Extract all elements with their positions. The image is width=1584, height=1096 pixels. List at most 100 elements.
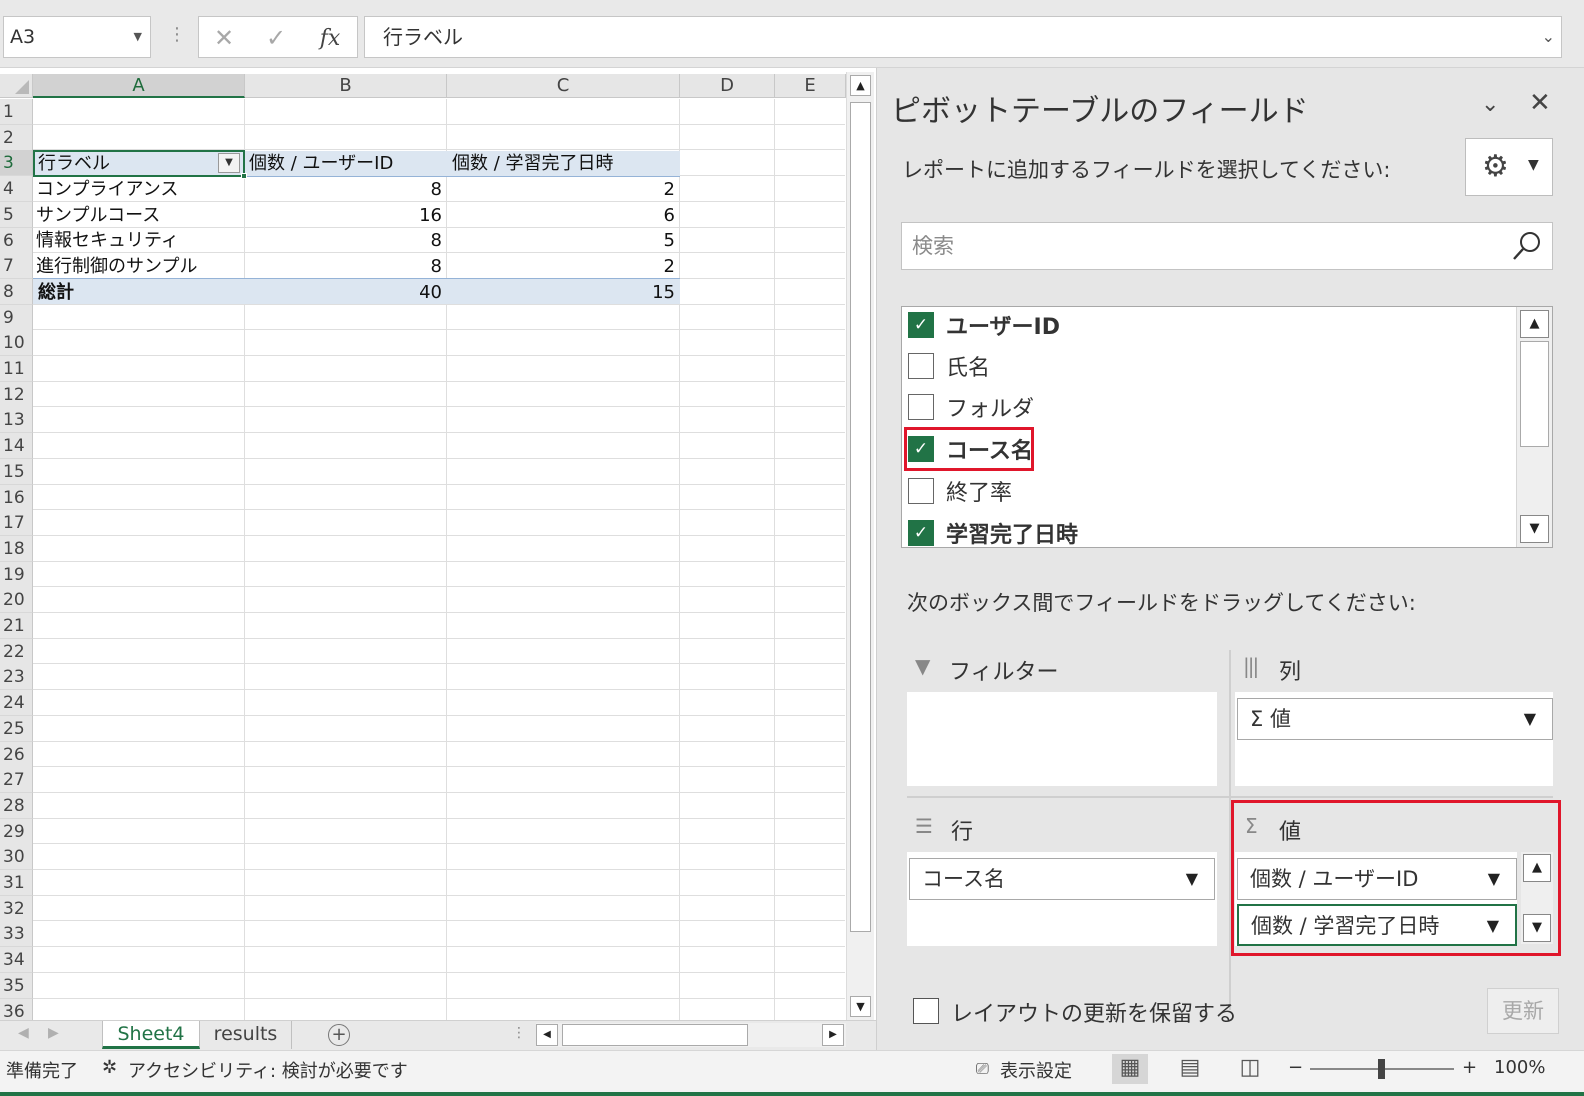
display-settings-button[interactable]: 表示設定	[1000, 1057, 1072, 1083]
row-header[interactable]: 12	[0, 381, 33, 408]
pivot-value-header-2[interactable]: 個数 / 学習完了日時	[452, 151, 678, 177]
field-item-completion-datetime[interactable]: ✓ 学習完了日時	[908, 515, 1078, 547]
row-header[interactable]: 5	[0, 201, 33, 228]
formula-input[interactable]: 行ラベル ⌄	[364, 16, 1562, 58]
column-header-c[interactable]: C	[447, 74, 680, 98]
row-header[interactable]: 30	[0, 844, 33, 871]
pivot-cell[interactable]: 2	[447, 177, 679, 203]
select-all-corner[interactable]	[0, 74, 33, 98]
scroll-left-arrow-icon[interactable]: ◀	[536, 1024, 558, 1046]
zoom-in-button[interactable]: +	[1462, 1057, 1477, 1078]
pivot-row-label[interactable]: サンプルコース	[36, 203, 242, 229]
checkbox-checked[interactable]: ✓	[908, 520, 934, 546]
pivot-grand-total-cell[interactable]: 40	[245, 280, 446, 306]
pivot-cell[interactable]: 8	[245, 254, 446, 280]
pivot-cell[interactable]: 16	[245, 203, 446, 229]
insert-function-icon[interactable]: fx	[315, 23, 345, 53]
row-header[interactable]: 1	[0, 99, 33, 125]
chevron-down-icon[interactable]: ⌄	[1481, 92, 1499, 117]
page-break-view-icon[interactable]: ◫	[1232, 1054, 1268, 1084]
close-icon[interactable]: ✕	[1529, 88, 1551, 118]
field-settings-button[interactable]: ⚙ ▼	[1465, 138, 1553, 196]
row-header[interactable]: 7	[0, 253, 33, 280]
tab-next-icon[interactable]: ▶	[48, 1025, 59, 1041]
normal-view-icon[interactable]: ▦	[1112, 1054, 1148, 1084]
accessibility-icon[interactable]: ✲	[102, 1057, 117, 1078]
row-header[interactable]: 19	[0, 561, 33, 588]
update-button[interactable]: 更新	[1487, 988, 1559, 1034]
row-header[interactable]: 28	[0, 792, 33, 819]
pivot-value-header-1[interactable]: 個数 / ユーザーID	[249, 151, 445, 177]
enter-check-icon[interactable]: ✓	[261, 23, 291, 53]
row-header[interactable]: 29	[0, 818, 33, 845]
spreadsheet-grid[interactable]: A B C D E 1 2 3 4 5 6 7 8 9 10 11 12 13 14 15 16 17 18 19 2…	[0, 68, 876, 1020]
checkbox[interactable]	[908, 478, 934, 504]
zoom-slider-thumb[interactable]	[1378, 1059, 1385, 1079]
pivot-grand-total-label[interactable]: 総計	[38, 280, 242, 306]
zoom-out-button[interactable]: −	[1288, 1057, 1303, 1078]
row-header[interactable]: 13	[0, 407, 33, 434]
pivot-grand-total-cell[interactable]: 15	[447, 280, 679, 306]
row-header[interactable]: 33	[0, 921, 33, 948]
scroll-down-arrow-icon[interactable]: ▼	[1520, 515, 1549, 543]
row-header[interactable]: 18	[0, 535, 33, 562]
more-vertical-icon[interactable]: ⋮	[512, 1025, 526, 1041]
row-header[interactable]: 26	[0, 741, 33, 768]
scrollbar-thumb[interactable]	[1520, 341, 1549, 447]
more-vertical-icon[interactable]: ⋮	[168, 24, 186, 45]
pivot-cell[interactable]: 5	[447, 228, 679, 254]
sheet-tab-sheet4[interactable]: Sheet4	[102, 1021, 200, 1049]
pivot-row-label[interactable]: コンプライアンス	[36, 177, 242, 203]
page-layout-view-icon[interactable]: ▤	[1172, 1054, 1208, 1084]
column-header-d[interactable]: D	[680, 74, 775, 98]
row-header[interactable]: 8	[0, 278, 33, 305]
chevron-down-icon[interactable]: ▼	[1186, 859, 1198, 899]
row-header[interactable]: 31	[0, 870, 33, 896]
tab-prev-icon[interactable]: ◀	[18, 1025, 29, 1041]
pivot-row-label[interactable]: 情報セキュリティ	[36, 228, 242, 254]
horizontal-scrollbar[interactable]: ◀ ▶	[536, 1023, 846, 1047]
row-header[interactable]: 2	[0, 124, 33, 151]
search-icon[interactable]	[1510, 229, 1544, 263]
pivot-cell[interactable]: 8	[245, 228, 446, 254]
search-input[interactable]	[912, 231, 1502, 261]
row-header[interactable]: 10	[0, 330, 33, 357]
row-header[interactable]: 17	[0, 510, 33, 537]
scroll-up-arrow-icon[interactable]: ▲	[1520, 310, 1549, 338]
defer-update-checkbox[interactable]	[913, 998, 939, 1024]
row-header[interactable]: 4	[0, 176, 33, 203]
add-sheet-icon[interactable]: +	[328, 1024, 350, 1046]
expand-formula-icon[interactable]: ⌄	[1542, 17, 1555, 57]
scroll-up-arrow-icon[interactable]: ▲	[850, 75, 871, 96]
chevron-down-icon[interactable]: ▼	[134, 17, 142, 57]
checkbox[interactable]	[908, 394, 934, 420]
field-item-user-id[interactable]: ✓ ユーザーID	[908, 307, 1060, 343]
row-header[interactable]: 14	[0, 433, 33, 460]
row-header[interactable]: 11	[0, 356, 33, 382]
checkbox[interactable]	[908, 353, 934, 379]
row-header[interactable]: 9	[0, 304, 33, 331]
filter-dropdown-button[interactable]: ▼	[218, 153, 240, 173]
scrollbar-thumb[interactable]	[850, 102, 871, 932]
row-header[interactable]: 25	[0, 715, 33, 742]
row-header[interactable]: 21	[0, 613, 33, 639]
columns-area-item[interactable]: Σ 値 ▼	[1237, 698, 1553, 740]
vertical-scrollbar[interactable]: ▲ ▼	[846, 72, 874, 1020]
scroll-right-arrow-icon[interactable]: ▶	[822, 1024, 844, 1046]
row-header[interactable]: 27	[0, 767, 33, 794]
field-item-completion-rate[interactable]: 終了率	[908, 473, 1012, 509]
checkbox-checked[interactable]: ✓	[908, 312, 934, 338]
name-box[interactable]: A3 ▼	[3, 16, 151, 58]
row-header[interactable]: 22	[0, 638, 33, 665]
field-item-folder[interactable]: フォルダ	[908, 389, 1034, 425]
defer-update-label[interactable]: レイアウトの更新を保留する	[951, 996, 1237, 1028]
pivot-cell[interactable]: 8	[245, 177, 446, 203]
field-item-name[interactable]: 氏名	[908, 348, 990, 384]
cancel-icon[interactable]: ✕	[209, 23, 239, 53]
sheet-tab-results[interactable]: results	[200, 1021, 292, 1049]
pivot-cell[interactable]: 6	[447, 203, 679, 229]
row-header[interactable]: 6	[0, 227, 33, 254]
row-header[interactable]: 32	[0, 895, 33, 922]
pivot-row-label[interactable]: 進行制御のサンプル	[36, 254, 242, 280]
row-header[interactable]: 34	[0, 947, 33, 974]
